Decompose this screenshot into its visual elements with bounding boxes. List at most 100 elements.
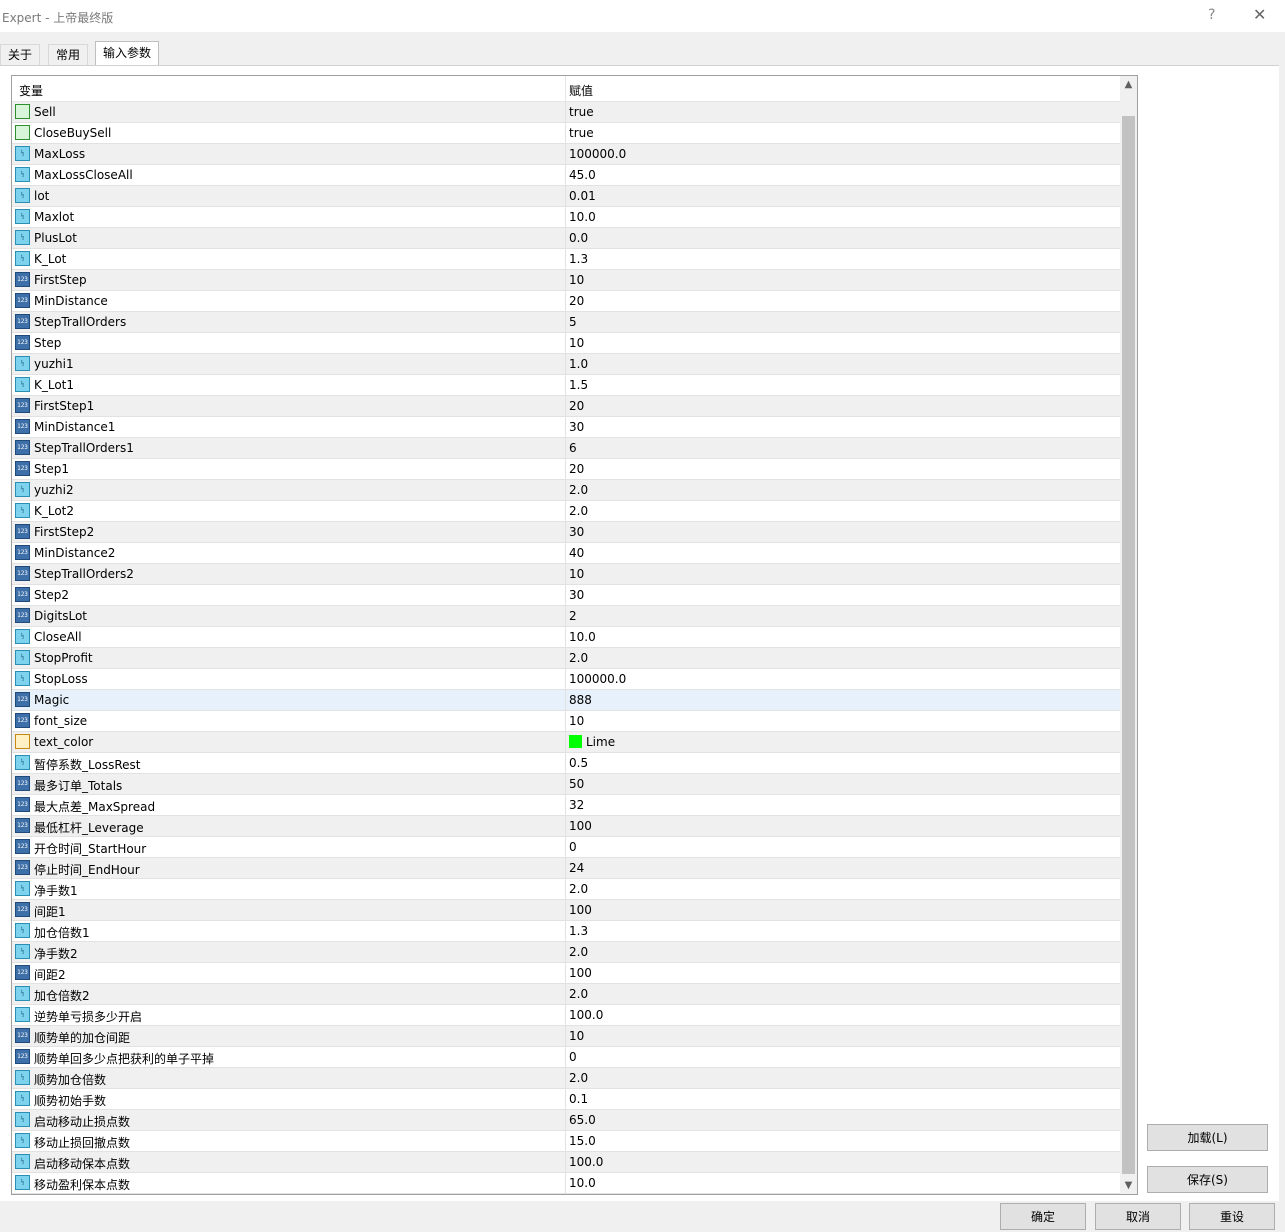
- close-icon[interactable]: ✕: [1253, 5, 1266, 24]
- table-row[interactable]: 123 MinDistance 20: [12, 291, 1120, 312]
- table-row[interactable]: 123 StepTrallOrders2 10: [12, 564, 1120, 585]
- parameter-value[interactable]: 0.1: [569, 1092, 588, 1106]
- help-icon[interactable]: ?: [1208, 7, 1215, 23]
- table-row[interactable]: ½ yuzhi1 1.0: [12, 354, 1120, 375]
- parameter-value[interactable]: 2.0: [569, 945, 588, 959]
- table-row[interactable]: 123 FirstStep2 30: [12, 522, 1120, 543]
- table-row[interactable]: Sell true: [12, 102, 1120, 123]
- parameter-value[interactable]: 40: [569, 546, 584, 560]
- parameter-value[interactable]: 65.0: [569, 1113, 596, 1127]
- table-row[interactable]: 123 最大点差_MaxSpread 32: [12, 795, 1120, 816]
- parameter-value[interactable]: 20: [569, 294, 584, 308]
- parameter-value[interactable]: 0: [569, 1050, 577, 1064]
- parameter-value[interactable]: 30: [569, 525, 584, 539]
- table-row[interactable]: 123 最低杠杆_Leverage 100: [12, 816, 1120, 837]
- table-row[interactable]: ½ 启动移动止损点数 65.0: [12, 1110, 1120, 1131]
- parameter-value[interactable]: 32: [569, 798, 584, 812]
- table-row[interactable]: ½ K_Lot2 2.0: [12, 501, 1120, 522]
- parameter-value[interactable]: 100.0: [569, 1008, 603, 1022]
- parameter-value[interactable]: 10: [569, 714, 584, 728]
- parameter-value[interactable]: 10.0: [569, 630, 596, 644]
- parameter-value[interactable]: 0.5: [569, 756, 588, 770]
- table-row[interactable]: ½ K_Lot 1.3: [12, 249, 1120, 270]
- parameter-value[interactable]: 10.0: [569, 1176, 596, 1190]
- table-row[interactable]: ½ 顺势加仓倍数 2.0: [12, 1068, 1120, 1089]
- tab-inputs[interactable]: 输入参数: [95, 41, 160, 66]
- ok-button[interactable]: 确定: [1000, 1203, 1086, 1230]
- table-row[interactable]: 123 font_size 10: [12, 711, 1120, 732]
- parameter-value[interactable]: 10.0: [569, 210, 596, 224]
- parameter-value[interactable]: 100000.0: [569, 672, 626, 686]
- table-row[interactable]: ½ MaxLossCloseAll 45.0: [12, 165, 1120, 186]
- parameter-value[interactable]: 10: [569, 336, 584, 350]
- tab-about[interactable]: 关于: [0, 44, 41, 65]
- table-row[interactable]: 123 Step 10: [12, 333, 1120, 354]
- parameter-value[interactable]: 1.5: [569, 378, 588, 392]
- parameter-value[interactable]: 100.0: [569, 1155, 603, 1169]
- parameter-value[interactable]: 50: [569, 777, 584, 791]
- parameter-value[interactable]: 10: [569, 1029, 584, 1043]
- table-row[interactable]: 123 MinDistance1 30: [12, 417, 1120, 438]
- table-row[interactable]: ½ yuzhi2 2.0: [12, 480, 1120, 501]
- cancel-button[interactable]: 取消: [1095, 1203, 1181, 1230]
- parameter-value[interactable]: 0.0: [569, 231, 588, 245]
- parameter-value[interactable]: 20: [569, 399, 584, 413]
- scrollbar-thumb[interactable]: [1122, 116, 1135, 1174]
- table-row[interactable]: 123 最多订单_Totals 50: [12, 774, 1120, 795]
- table-row[interactable]: ½ 启动移动保本点数 100.0: [12, 1152, 1120, 1173]
- parameter-value[interactable]: 1.0: [569, 357, 588, 371]
- parameter-value[interactable]: 0.01: [569, 189, 596, 203]
- parameter-value[interactable]: 6: [569, 441, 577, 455]
- parameter-value[interactable]: 2.0: [569, 882, 588, 896]
- table-row[interactable]: ½ 移动止损回撤点数 15.0: [12, 1131, 1120, 1152]
- parameter-value[interactable]: 100: [569, 903, 592, 917]
- parameter-value[interactable]: 2.0: [569, 651, 588, 665]
- parameter-value[interactable]: 2.0: [569, 1071, 588, 1085]
- parameter-value[interactable]: 10: [569, 567, 584, 581]
- table-row[interactable]: 123 Step2 30: [12, 585, 1120, 606]
- table-row[interactable]: 123 MinDistance2 40: [12, 543, 1120, 564]
- table-row[interactable]: ½ MaxLoss 100000.0: [12, 144, 1120, 165]
- parameter-value[interactable]: true: [569, 105, 594, 119]
- vertical-scrollbar[interactable]: ▲ ▼: [1120, 76, 1137, 1194]
- table-row[interactable]: ½ 顺势初始手数 0.1: [12, 1089, 1120, 1110]
- table-row[interactable]: ½ 净手数1 2.0: [12, 879, 1120, 900]
- tab-common[interactable]: 常用: [48, 44, 89, 65]
- table-row[interactable]: ½ PlusLot 0.0: [12, 228, 1120, 249]
- table-row[interactable]: 123 间距1 100: [12, 900, 1120, 921]
- parameter-value[interactable]: 15.0: [569, 1134, 596, 1148]
- parameter-value[interactable]: 2.0: [569, 504, 588, 518]
- parameter-value[interactable]: 5: [569, 315, 577, 329]
- save-button[interactable]: 保存(S): [1147, 1166, 1268, 1193]
- parameter-value[interactable]: 1.3: [569, 924, 588, 938]
- table-row[interactable]: ½ 逆势单亏损多少开启 100.0: [12, 1005, 1120, 1026]
- parameter-value[interactable]: Lime: [569, 735, 615, 749]
- table-row[interactable]: 123 StepTrallOrders 5: [12, 312, 1120, 333]
- table-row[interactable]: ½ 净手数2 2.0: [12, 942, 1120, 963]
- parameter-value[interactable]: 0: [569, 840, 577, 854]
- parameter-value[interactable]: 2.0: [569, 987, 588, 1001]
- parameter-value[interactable]: 20: [569, 462, 584, 476]
- table-row[interactable]: 123 Step1 20: [12, 459, 1120, 480]
- table-row[interactable]: ½ 移动盈利保本点数 10.0: [12, 1173, 1120, 1194]
- parameter-value[interactable]: 2.0: [569, 483, 588, 497]
- table-row[interactable]: ½ K_Lot1 1.5: [12, 375, 1120, 396]
- table-row[interactable]: ½ Maxlot 10.0: [12, 207, 1120, 228]
- table-row[interactable]: ½ 暂停系数_LossRest 0.5: [12, 753, 1120, 774]
- parameter-value[interactable]: 30: [569, 420, 584, 434]
- parameter-value[interactable]: 30: [569, 588, 584, 602]
- parameter-value[interactable]: 10: [569, 273, 584, 287]
- header-value[interactable]: 赋值: [569, 82, 593, 99]
- parameter-value[interactable]: 2: [569, 609, 577, 623]
- parameter-value[interactable]: 45.0: [569, 168, 596, 182]
- table-row[interactable]: ½ CloseAll 10.0: [12, 627, 1120, 648]
- table-row[interactable]: 123 Magic 888: [12, 690, 1120, 711]
- header-variable[interactable]: 变量: [19, 82, 43, 99]
- table-row[interactable]: 123 FirstStep1 20: [12, 396, 1120, 417]
- table-row[interactable]: ½ 加仓倍数1 1.3: [12, 921, 1120, 942]
- parameter-value[interactable]: 100: [569, 966, 592, 980]
- parameter-value[interactable]: 100: [569, 819, 592, 833]
- table-row[interactable]: CloseBuySell true: [12, 123, 1120, 144]
- table-row[interactable]: 123 顺势单回多少点把获利的单子平掉 0: [12, 1047, 1120, 1068]
- parameter-value[interactable]: 100000.0: [569, 147, 626, 161]
